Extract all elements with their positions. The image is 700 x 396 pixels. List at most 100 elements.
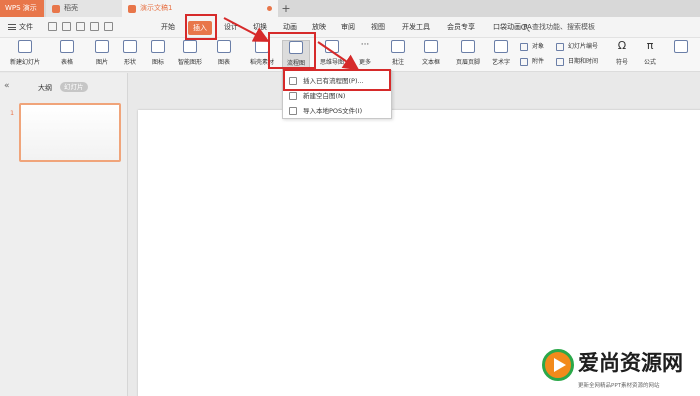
symbol-button[interactable]: Ω 符号	[608, 40, 636, 70]
new-slide-icon	[18, 40, 32, 53]
comment-label: 批注	[391, 59, 404, 66]
textbox-button[interactable]: 文本框	[416, 40, 446, 70]
wordart-label: 艺术字	[491, 59, 510, 66]
chart-button[interactable]: 图表	[210, 40, 238, 70]
flowchart-label: 流程图	[286, 60, 305, 67]
more-icon: ···	[360, 40, 370, 50]
picture-button[interactable]: 图片	[88, 40, 116, 70]
smartart-icon	[183, 40, 197, 53]
menu-insert[interactable]: 插入	[188, 21, 212, 35]
flowchart-file-icon	[289, 77, 297, 85]
icon-button[interactable]: 图标	[144, 40, 172, 70]
presentation-icon	[128, 5, 136, 13]
watermark: 爱尚资源网 更新全网精品PPT素材资源的网站	[538, 345, 700, 396]
new-slide-label: 新建幻灯片	[9, 59, 40, 66]
table-icon	[60, 40, 74, 53]
attachment-label: 附件	[532, 58, 545, 65]
date-time-label: 日期和时间	[568, 58, 599, 65]
save-icon[interactable]	[48, 22, 57, 31]
date-time-button[interactable]: 日期和时间	[556, 56, 598, 68]
shape-icon	[123, 40, 137, 53]
docer-material-button[interactable]: 稻壳素材	[246, 40, 278, 70]
object-icon	[520, 43, 528, 51]
import-pos-file-item[interactable]: 导入本地POS文件(I)	[283, 104, 393, 118]
slide-number-button[interactable]: 幻灯片编号	[556, 41, 598, 53]
menu-bar: 文件 开始 插入 设计 切换 动画 放映 审阅 视图 开发工具 会员专享 口袋动…	[0, 17, 700, 38]
picture-icon	[95, 40, 109, 53]
tab-docer[interactable]: 稻壳	[46, 0, 122, 17]
equation-button[interactable]: π 公式	[636, 40, 664, 70]
header-footer-label: 页眉页脚	[455, 59, 480, 66]
menu-home[interactable]: 开始	[161, 17, 175, 38]
menu-design[interactable]: 设计	[224, 17, 238, 38]
app-tab[interactable]: WPS 演示	[0, 0, 44, 17]
shape-button[interactable]: 形状	[116, 40, 144, 70]
object-button[interactable]: 对象	[520, 41, 544, 53]
mindmap-button[interactable]: 思维导图	[314, 40, 350, 70]
omega-icon: Ω	[617, 39, 627, 52]
file-menu-label: 文件	[19, 23, 33, 31]
tab-outline[interactable]: 大纲	[38, 83, 52, 93]
undo-icon[interactable]	[90, 22, 99, 31]
tab-presentation1-label: 演示文稿1	[140, 4, 173, 12]
insert-existing-flowchart-item[interactable]: 插入已有流程图(P)...	[283, 74, 393, 88]
smartart-button[interactable]: 智能图形	[172, 40, 208, 70]
new-blank-chart-label: 新建空白图(N)	[303, 92, 346, 100]
smartart-label: 智能图形	[177, 59, 202, 66]
menu-slideshow[interactable]: 放映	[312, 17, 326, 38]
slide-number-icon	[556, 43, 564, 51]
print-icon[interactable]	[62, 22, 71, 31]
collapse-panel-icon[interactable]: «	[4, 81, 10, 91]
docer-material-label: 稻壳素材	[249, 59, 274, 66]
comment-button[interactable]: 批注	[384, 40, 412, 70]
search-placeholder: 查找功能、搜索模板	[532, 23, 595, 31]
redo-icon[interactable]	[104, 22, 113, 31]
table-button[interactable]: 表格	[52, 40, 82, 70]
new-slide-button[interactable]: 新建幻灯片	[6, 40, 44, 70]
mindmap-label: 思维导图	[319, 59, 344, 66]
menu-review[interactable]: 审阅	[341, 17, 355, 38]
tab-slides[interactable]: 幻灯片	[60, 82, 88, 92]
menu-view[interactable]: 视图	[371, 17, 385, 38]
textbox-label: 文本框	[421, 59, 440, 66]
wordart-icon	[494, 40, 508, 53]
new-chart-icon	[289, 92, 297, 100]
pi-icon: π	[646, 39, 654, 52]
textbox-icon	[424, 40, 438, 53]
preview-icon[interactable]	[76, 22, 85, 31]
tab-presentation1[interactable]: 演示文稿1	[122, 0, 278, 17]
menu-member[interactable]: 会员专享	[447, 17, 475, 38]
symbol-label: 符号	[615, 59, 628, 66]
insert-existing-flowchart-label: 插入已有流程图(P)...	[303, 77, 364, 85]
table-label: 表格	[60, 59, 73, 66]
import-file-icon	[289, 107, 297, 115]
slide-thumbnail[interactable]	[19, 103, 121, 162]
flowchart-button[interactable]: 流程图	[282, 40, 310, 70]
wordart-button[interactable]: 艺术字	[486, 40, 516, 70]
new-blank-chart-item[interactable]: 新建空白图(N)	[283, 89, 393, 103]
hamburger-icon	[8, 24, 16, 30]
unsaved-dot-icon[interactable]	[267, 6, 272, 11]
menu-animation[interactable]: 动画	[283, 17, 297, 38]
header-footer-button[interactable]: 页眉页脚	[450, 40, 486, 70]
attachment-button[interactable]: 附件	[520, 56, 544, 68]
icon-label: 图标	[151, 59, 164, 66]
media-button[interactable]	[668, 40, 694, 70]
mindmap-icon	[325, 40, 339, 53]
date-time-icon	[556, 58, 564, 66]
equation-label: 公式	[643, 59, 656, 66]
chart-label: 图表	[217, 59, 230, 66]
media-icon	[674, 40, 688, 53]
flowchart-dropdown: 插入已有流程图(P)... 新建空白图(N) 导入本地POS文件(I)	[282, 70, 392, 119]
search-input[interactable]: 查找功能、搜索模板	[518, 21, 630, 34]
menu-developer[interactable]: 开发工具	[402, 17, 430, 38]
file-menu[interactable]: 文件	[8, 17, 33, 38]
more-label: 更多	[358, 59, 371, 66]
menu-transitions[interactable]: 切换	[253, 17, 267, 38]
watermark-logo-icon	[542, 349, 574, 381]
quick-access-toolbar	[48, 22, 113, 33]
shape-label: 形状	[123, 59, 136, 66]
picture-label: 图片	[95, 59, 108, 66]
new-tab-button[interactable]: +	[280, 0, 292, 17]
more-button[interactable]: ··· 更多	[352, 40, 378, 70]
